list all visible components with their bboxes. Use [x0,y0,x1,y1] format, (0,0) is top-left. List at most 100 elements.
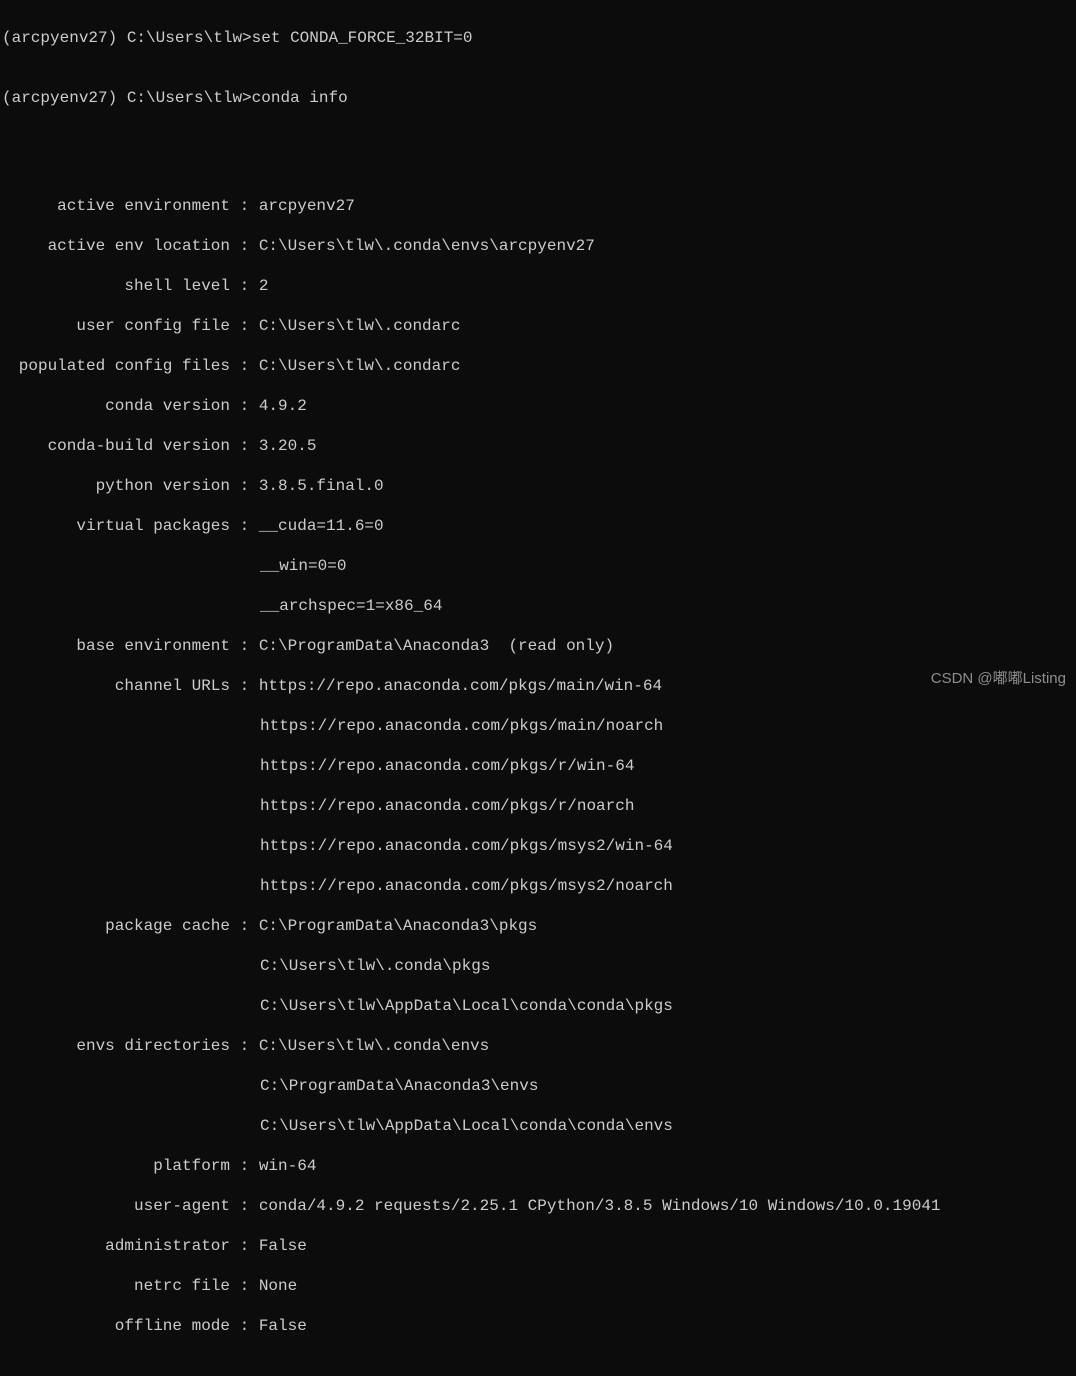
value: https://repo.anaconda.com/pkgs/msys2/win… [260,836,673,856]
separator: : [230,436,259,456]
row-virtual-packages-cont: __win=0=0 [2,556,1074,576]
value: C:\ProgramData\Anaconda3 (read only) [259,636,614,656]
label: package cache [2,916,230,936]
separator: : [230,1196,259,1216]
separator: : [230,516,259,536]
value: 2 [259,276,269,296]
separator: : [230,676,259,696]
separator: : [230,396,259,416]
value: C:\Users\tlw\AppData\Local\conda\conda\p… [260,996,673,1016]
row-channel-urls-cont: https://repo.anaconda.com/pkgs/msys2/win… [2,836,1074,856]
separator: : [230,316,259,336]
value: 4.9.2 [259,396,307,416]
label: active environment [2,196,230,216]
row-envs-directories: envs directories : C:\Users\tlw\.conda\e… [2,1036,1074,1056]
row-shell-level: shell level : 2 [2,276,1074,296]
row-envs-directories-cont: C:\ProgramData\Anaconda3\envs [2,1076,1074,1096]
row-channel-urls-cont: https://repo.anaconda.com/pkgs/main/noar… [2,716,1074,736]
command-text: conda info [252,89,348,107]
label: administrator [2,1236,230,1256]
row-package-cache: package cache : C:\ProgramData\Anaconda3… [2,916,1074,936]
row-user-config-file: user config file : C:\Users\tlw\.condarc [2,316,1074,336]
row-user-agent: user-agent : conda/4.9.2 requests/2.25.1… [2,1196,1074,1216]
value: C:\Users\tlw\AppData\Local\conda\conda\e… [260,1116,673,1136]
row-netrc-file: netrc file : None [2,1276,1074,1296]
prompt-path: C:\Users\tlw> [127,89,252,107]
value: 3.8.5.final.0 [259,476,384,496]
value: C:\ProgramData\Anaconda3\envs [260,1076,538,1096]
separator: : [230,636,259,656]
row-python-version: python version : 3.8.5.final.0 [2,476,1074,496]
value: C:\ProgramData\Anaconda3\pkgs [259,916,537,936]
terminal-output[interactable]: (arcpyenv27) C:\Users\tlw>set CONDA_FORC… [0,0,1076,1376]
value: C:\Users\tlw\.conda\pkgs [260,956,490,976]
value: https://repo.anaconda.com/pkgs/msys2/noa… [260,876,673,896]
value: arcpyenv27 [259,196,355,216]
value: https://repo.anaconda.com/pkgs/r/noarch [260,796,634,816]
separator: : [230,196,259,216]
separator: : [230,1316,259,1336]
separator: : [230,1236,259,1256]
command-text: set CONDA_FORCE_32BIT=0 [252,29,473,47]
row-envs-directories-cont: C:\Users\tlw\AppData\Local\conda\conda\e… [2,1116,1074,1136]
row-package-cache-cont: C:\Users\tlw\.conda\pkgs [2,956,1074,976]
value: __archspec=1=x86_64 [260,596,442,616]
value: __win=0=0 [260,556,346,576]
row-administrator: administrator : False [2,1236,1074,1256]
value: 3.20.5 [259,436,317,456]
label: user config file [2,316,230,336]
row-package-cache-cont: C:\Users\tlw\AppData\Local\conda\conda\p… [2,996,1074,1016]
row-conda-build-version: conda-build version : 3.20.5 [2,436,1074,456]
value: https://repo.anaconda.com/pkgs/main/noar… [260,716,663,736]
value: C:\Users\tlw\.conda\envs [259,1036,489,1056]
label: base environment [2,636,230,656]
env-prefix: (arcpyenv27) [2,89,117,107]
value: None [259,1276,297,1296]
value: C:\Users\tlw\.condarc [259,356,461,376]
prompt-path: C:\Users\tlw> [127,29,252,47]
row-offline-mode: offline mode : False [2,1316,1074,1336]
label: channel URLs [2,676,230,696]
value: https://repo.anaconda.com/pkgs/main/win-… [259,676,662,696]
env-prefix: (arcpyenv27) [2,29,117,47]
separator: : [230,356,259,376]
row-base-environment: base environment : C:\ProgramData\Anacon… [2,636,1074,656]
separator: : [230,916,259,936]
row-conda-version: conda version : 4.9.2 [2,396,1074,416]
row-populated-config-files: populated config files : C:\Users\tlw\.c… [2,356,1074,376]
label: conda-build version [2,436,230,456]
value: C:\Users\tlw\.condarc [259,316,461,336]
label: platform [2,1156,230,1176]
row-active-environment: active environment : arcpyenv27 [2,196,1074,216]
label: active env location [2,236,230,256]
watermark-text: CSDN @嘟嘟Listing [931,669,1066,689]
label: user-agent [2,1196,230,1216]
value: C:\Users\tlw\.conda\envs\arcpyenv27 [259,236,595,256]
label: python version [2,476,230,496]
row-virtual-packages: virtual packages : __cuda=11.6=0 [2,516,1074,536]
separator: : [230,1036,259,1056]
separator: : [230,1276,259,1296]
label: virtual packages [2,516,230,536]
label: shell level [2,276,230,296]
separator: : [230,476,259,496]
label: offline mode [2,1316,230,1336]
label: netrc file [2,1276,230,1296]
value: win-64 [259,1156,317,1176]
row-platform: platform : win-64 [2,1156,1074,1176]
separator: : [230,236,259,256]
value: False [259,1316,307,1336]
row-channel-urls: channel URLs : https://repo.anaconda.com… [2,676,1074,696]
value: False [259,1236,307,1256]
value: __cuda=11.6=0 [259,516,384,536]
label: envs directories [2,1036,230,1056]
label: conda version [2,396,230,416]
value: conda/4.9.2 requests/2.25.1 CPython/3.8.… [259,1196,941,1216]
command-line-1: (arcpyenv27) C:\Users\tlw>set CONDA_FORC… [2,28,1074,48]
separator: : [230,276,259,296]
row-channel-urls-cont: https://repo.anaconda.com/pkgs/msys2/noa… [2,876,1074,896]
command-line-2: (arcpyenv27) C:\Users\tlw>conda info [2,88,1074,108]
row-virtual-packages-cont: __archspec=1=x86_64 [2,596,1074,616]
row-channel-urls-cont: https://repo.anaconda.com/pkgs/r/noarch [2,796,1074,816]
separator: : [230,1156,259,1176]
